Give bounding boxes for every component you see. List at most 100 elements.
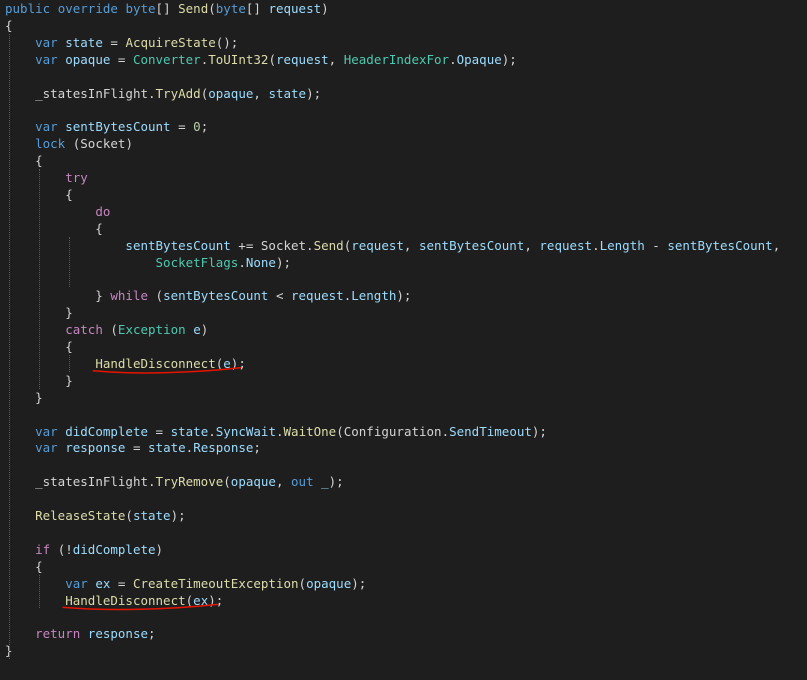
- code-line[interactable]: }: [5, 389, 43, 406]
- punctuation-token: {: [5, 558, 43, 574]
- punctuation-token: .: [592, 237, 600, 253]
- keyword-token: var: [35, 423, 58, 439]
- code-line[interactable]: if (!didComplete): [5, 541, 163, 558]
- keyword-token: lock: [35, 136, 66, 152]
- punctuation-token: ();: [215, 34, 239, 50]
- code-line[interactable]: {: [5, 558, 43, 575]
- punctuation-token: =: [125, 440, 149, 456]
- code-line[interactable]: ReleaseState(state);: [5, 507, 186, 524]
- code-line[interactable]: var didComplete = state.SyncWait.WaitOne…: [5, 423, 547, 440]
- punctuation-token: );: [351, 575, 367, 591]
- punctuation-token: );: [501, 51, 517, 67]
- punctuation-token: .: [238, 254, 246, 270]
- punctuation-token: .: [148, 474, 156, 490]
- code-line[interactable]: sentBytesCount += Socket.Send(request, s…: [5, 237, 780, 254]
- code-line[interactable]: var sentBytesCount = 0;: [5, 118, 208, 135]
- punctuation-token: [314, 474, 322, 489]
- code-line[interactable]: try: [5, 169, 88, 186]
- punctuation-token: ,: [524, 237, 540, 253]
- punctuation-token: (: [208, 1, 216, 16]
- punctuation-token: ,: [403, 237, 419, 253]
- punctuation-token: );: [328, 474, 344, 490]
- punctuation-token: ;: [200, 119, 209, 135]
- punctuation-token: <: [268, 288, 291, 304]
- keyword-token: var: [35, 51, 58, 67]
- indent-guide: [69, 354, 71, 372]
- type-token: SocketFlags: [155, 254, 239, 270]
- code-line[interactable]: var response = state.Response;: [5, 439, 261, 456]
- code-line[interactable]: return response;: [5, 625, 155, 642]
- method-token: ToUInt32: [208, 51, 269, 67]
- identifier-token: request: [275, 51, 329, 67]
- method-token: WaitOne: [283, 423, 337, 439]
- punctuation-token: [5, 356, 95, 371]
- identifier-token: opaque: [230, 474, 276, 490]
- keyword-token: byte: [215, 1, 246, 16]
- code-line[interactable]: HandleDisconnect(e);: [5, 355, 246, 372]
- punctuation-token: .: [208, 423, 216, 439]
- code-line[interactable]: _statesInFlight.TryRemove(opaque, out _)…: [5, 473, 344, 490]
- punctuation-token: );: [230, 355, 246, 371]
- identifier-token: state: [170, 423, 209, 439]
- identifier-token: SendTimeout: [449, 423, 532, 439]
- type-token: Converter: [132, 51, 201, 67]
- identifier-token: sentBytesCount: [125, 237, 231, 253]
- punctuation-token: );: [531, 423, 547, 439]
- identifier-token: request: [291, 288, 344, 304]
- keyword-token: var: [35, 34, 58, 50]
- punctuation-token: {: [5, 153, 43, 169]
- control-keyword-token: while: [110, 288, 148, 304]
- punctuation-token: =: [110, 51, 133, 67]
- code-line[interactable]: SocketFlags.None);: [5, 254, 292, 271]
- code-line[interactable]: public override byte[] Send(byte[] reque…: [5, 0, 329, 17]
- code-editor[interactable]: public override byte[] Send(byte[] reque…: [0, 0, 807, 680]
- punctuation-token: (: [268, 51, 276, 67]
- punctuation-token: .: [306, 237, 314, 253]
- code-line[interactable]: {: [5, 152, 43, 169]
- control-keyword-token: if: [35, 541, 51, 557]
- punctuation-token: []: [155, 1, 179, 16]
- punctuation-token: ): [321, 1, 329, 16]
- code-line[interactable]: catch (Exception e): [5, 321, 208, 338]
- method-token: HandleDisconnect: [95, 355, 216, 371]
- punctuation-token: (: [125, 508, 133, 523]
- code-line[interactable]: _statesInFlight.TryAdd(opaque, state);: [5, 85, 321, 102]
- punctuation-token: (: [65, 136, 81, 152]
- punctuation-token: (: [336, 423, 344, 439]
- code-line[interactable]: var opaque = Converter. ToUInt32(request,…: [5, 51, 517, 68]
- keyword-token: var: [35, 440, 58, 456]
- punctuation-token: .: [449, 51, 457, 67]
- control-keyword-token: try: [65, 170, 88, 185]
- type-token: HeaderIndexFor: [343, 51, 450, 67]
- code-line[interactable]: {: [5, 220, 103, 237]
- punctuation-token: );: [306, 85, 322, 101]
- punctuation-token: ,: [772, 237, 781, 253]
- code-line[interactable]: lock (Socket): [5, 135, 133, 152]
- code-line[interactable]: do: [5, 203, 110, 220]
- punctuation-token: ): [125, 136, 133, 152]
- punctuation-token: [5, 238, 125, 253]
- punctuation-token: );: [208, 592, 224, 608]
- punctuation-token: [5, 593, 65, 608]
- punctuation-token: ): [200, 322, 209, 338]
- code-line[interactable]: {: [5, 17, 13, 34]
- member-token: Socket: [260, 237, 307, 253]
- code-line[interactable]: var state = AcquireState();: [5, 34, 238, 51]
- member-token: Configuration: [343, 423, 442, 439]
- punctuation-token: [50, 1, 58, 16]
- identifier-token: sentBytesCount: [418, 237, 525, 253]
- keyword-token: var: [65, 575, 88, 591]
- identifier-token: response: [65, 440, 126, 456]
- code-line[interactable]: var ex = CreateTimeoutException(opaque);: [5, 575, 366, 592]
- method-token: CreateTimeoutException: [132, 575, 299, 591]
- code-line[interactable]: } while (sentBytesCount < request.Length…: [5, 287, 411, 304]
- punctuation-token: );: [170, 508, 186, 523]
- identifier-token: didComplete: [65, 423, 149, 439]
- identifier-token: e: [193, 322, 201, 338]
- identifier-token: state: [148, 440, 186, 456]
- code-line[interactable]: HandleDisconnect(ex);: [5, 592, 223, 609]
- method-token: Send: [178, 1, 209, 16]
- punctuation-token: }: [5, 288, 111, 304]
- method-token: HandleDisconnect: [65, 592, 186, 608]
- indent-guide: [39, 169, 41, 389]
